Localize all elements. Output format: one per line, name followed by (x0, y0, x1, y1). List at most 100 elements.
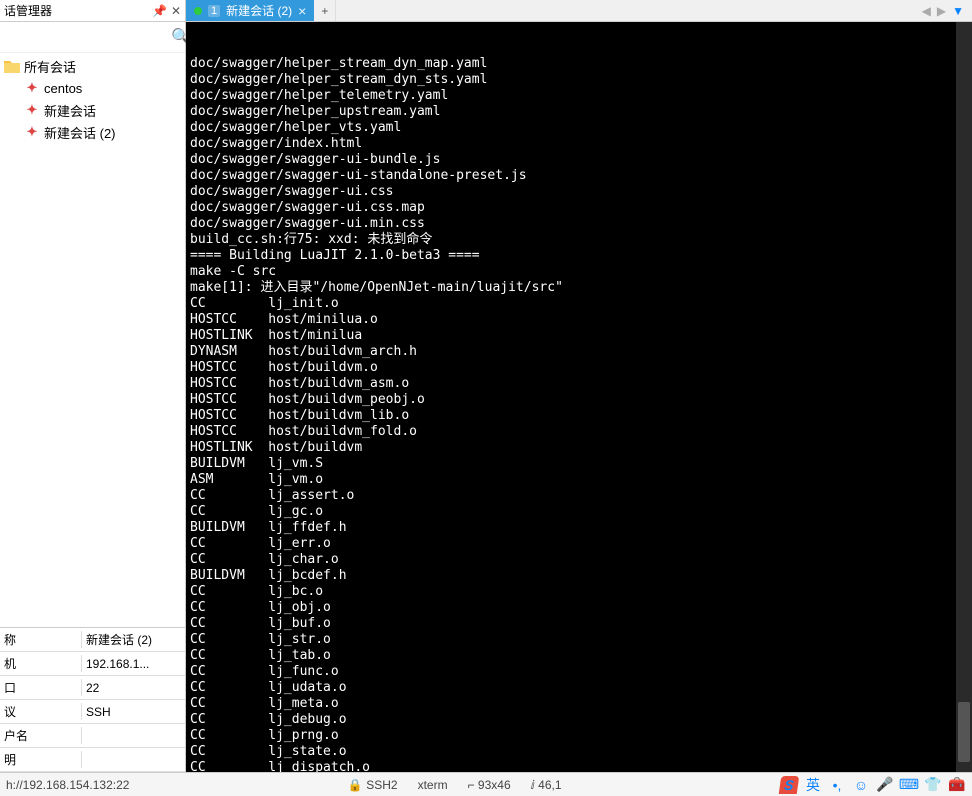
tray-icons: S 英 •, ☺ 🎤 ⌨ 👕 🧰 (780, 776, 966, 794)
terminal-line: doc/swagger/swagger-ui-standalone-preset… (190, 168, 968, 184)
terminal-line: CC lj_tab.o (190, 648, 968, 664)
terminal-line: make[1]: 进入目录"/home/OpenNJet-main/luajit… (190, 280, 968, 296)
tab-active[interactable]: 1 新建会话 (2) × (186, 0, 314, 21)
ime-skin-icon[interactable]: 👕 (924, 776, 942, 794)
folder-icon (4, 58, 20, 74)
ime-punct-icon[interactable]: •, (828, 776, 846, 794)
ime-lang-icon[interactable]: 英 (804, 776, 822, 794)
terminal-line: CC lj_str.o (190, 632, 968, 648)
session-icon: ✦ (24, 80, 40, 96)
terminal-line: doc/swagger/helper_stream_dyn_sts.yaml (190, 72, 968, 88)
terminal-line: CC lj_meta.o (190, 696, 968, 712)
tree-item-label: 新建会话 (2) (44, 123, 116, 142)
search-row: 🔍 (0, 22, 185, 53)
tab-index: 1 (208, 5, 220, 17)
status-size: ⌐ 93x46 (468, 778, 511, 792)
status-mid: 🔒 SSH2 xterm ⌐ 93x46 ⅈ 46,1 (147, 778, 762, 792)
tree-root[interactable]: 所有会话 (0, 55, 185, 77)
tab-bar: 1 新建会话 (2) × + ◀ ▶ ▼ (186, 0, 972, 22)
props-row-protocol: 议 SSH (0, 700, 185, 724)
tree-item-newsession-2[interactable]: ✦ 新建会话 (2) (0, 121, 185, 143)
terminal-scrollbar[interactable] (956, 22, 972, 772)
props-value: SSH (82, 705, 185, 719)
tab-prev-icon[interactable]: ◀ (922, 4, 931, 18)
tab-menu-icon[interactable]: ▼ (952, 4, 964, 18)
props-value: 192.168.1... (82, 657, 185, 671)
status-dot-icon (194, 7, 202, 15)
sidebar-title: 话管理器 (4, 2, 148, 19)
terminal-line: CC lj_bc.o (190, 584, 968, 600)
ime-voice-icon[interactable]: 🎤 (876, 776, 894, 794)
main-area: 1 新建会话 (2) × + ◀ ▶ ▼ doc/swagger/helper_… (186, 0, 972, 772)
terminal-line: CC lj_init.o (190, 296, 968, 312)
terminal-line: build_cc.sh:行75: xxd: 未找到命令 (190, 232, 968, 248)
props-row-host: 机 192.168.1... (0, 652, 185, 676)
terminal-line: doc/swagger/helper_telemetry.yaml (190, 88, 968, 104)
terminal-line: CC lj_state.o (190, 744, 968, 760)
terminal-line: HOSTLINK host/minilua (190, 328, 968, 344)
ime-toolbox-icon[interactable]: 🧰 (948, 776, 966, 794)
terminal-line: doc/swagger/helper_stream_dyn_map.yaml (190, 56, 968, 72)
tree-item-newsession[interactable]: ✦ 新建会话 (0, 99, 185, 121)
props-row-port: 口 22 (0, 676, 185, 700)
tree-item-label: 新建会话 (44, 101, 96, 120)
search-input[interactable] (4, 26, 167, 48)
terminal-line: HOSTCC host/buildvm_lib.o (190, 408, 968, 424)
pin-icon[interactable]: 📌 (152, 4, 167, 18)
terminal-line: BUILDVM lj_vm.S (190, 456, 968, 472)
status-pos: ⅈ 46,1 (531, 778, 562, 792)
props-value: 新建会话 (2) (82, 631, 185, 648)
terminal-line: CC lj_prng.o (190, 728, 968, 744)
props-label: 口 (0, 679, 82, 696)
close-icon[interactable]: ✕ (171, 4, 181, 18)
status-term: xterm (418, 778, 448, 792)
ime-keyboard-icon[interactable]: ⌨ (900, 776, 918, 794)
terminal-line: CC lj_func.o (190, 664, 968, 680)
terminal-line: CC lj_gc.o (190, 504, 968, 520)
terminal-line: doc/swagger/swagger-ui.css (190, 184, 968, 200)
tree-item-label: centos (44, 81, 82, 96)
terminal-line: CC lj_char.o (190, 552, 968, 568)
terminal-line: HOSTLINK host/buildvm (190, 440, 968, 456)
props-label: 议 (0, 703, 82, 720)
sogou-ime-icon[interactable]: S (779, 776, 800, 794)
terminal-line: doc/swagger/swagger-ui.css.map (190, 200, 968, 216)
terminal-line: CC lj_obj.o (190, 600, 968, 616)
terminal-line: doc/swagger/swagger-ui.min.css (190, 216, 968, 232)
props-label: 机 (0, 655, 82, 672)
terminal[interactable]: doc/swagger/helper_stream_dyn_map.yamldo… (186, 22, 972, 772)
tab-new-button[interactable]: + (314, 0, 336, 21)
props-row-desc: 明 (0, 748, 185, 772)
props-label: 户名 (0, 727, 82, 744)
session-icon: ✦ (24, 124, 40, 140)
props-label: 明 (0, 751, 82, 768)
ime-emoji-icon[interactable]: ☺ (852, 776, 870, 794)
terminal-scrollbar-thumb[interactable] (958, 702, 970, 762)
props-row-name: 称 新建会话 (2) (0, 628, 185, 652)
props-label: 称 (0, 631, 82, 648)
props-row-username: 户名 (0, 724, 185, 748)
status-host: h://192.168.154.132:22 (6, 778, 129, 792)
lock-icon: 🔒 (348, 778, 363, 792)
terminal-line: CC lj_dispatch.o (190, 760, 968, 772)
terminal-line: DYNASM host/buildvm_arch.h (190, 344, 968, 360)
terminal-line: CC lj_assert.o (190, 488, 968, 504)
terminal-line: BUILDVM lj_ffdef.h (190, 520, 968, 536)
terminal-line: BUILDVM lj_bcdef.h (190, 568, 968, 584)
terminal-line: HOSTCC host/buildvm_fold.o (190, 424, 968, 440)
terminal-line: CC lj_debug.o (190, 712, 968, 728)
terminal-line: CC lj_udata.o (190, 680, 968, 696)
status-protocol: 🔒 SSH2 (348, 778, 398, 792)
terminal-line: HOSTCC host/minilua.o (190, 312, 968, 328)
tab-close-icon[interactable]: × (298, 3, 306, 19)
tab-nav: ◀ ▶ ▼ (914, 0, 972, 21)
session-properties: 称 新建会话 (2) 机 192.168.1... 口 22 议 SSH 户名 … (0, 627, 185, 772)
session-tree: 所有会话 ✦ centos ✦ 新建会话 ✦ 新建会话 (2) (0, 53, 185, 627)
tree-root-label: 所有会话 (24, 57, 76, 76)
tree-item-centos[interactable]: ✦ centos (0, 77, 185, 99)
terminal-line: CC lj_err.o (190, 536, 968, 552)
terminal-line: make -C src (190, 264, 968, 280)
tab-next-icon[interactable]: ▶ (937, 4, 946, 18)
statusbar: h://192.168.154.132:22 🔒 SSH2 xterm ⌐ 93… (0, 772, 972, 796)
session-icon: ✦ (24, 102, 40, 118)
